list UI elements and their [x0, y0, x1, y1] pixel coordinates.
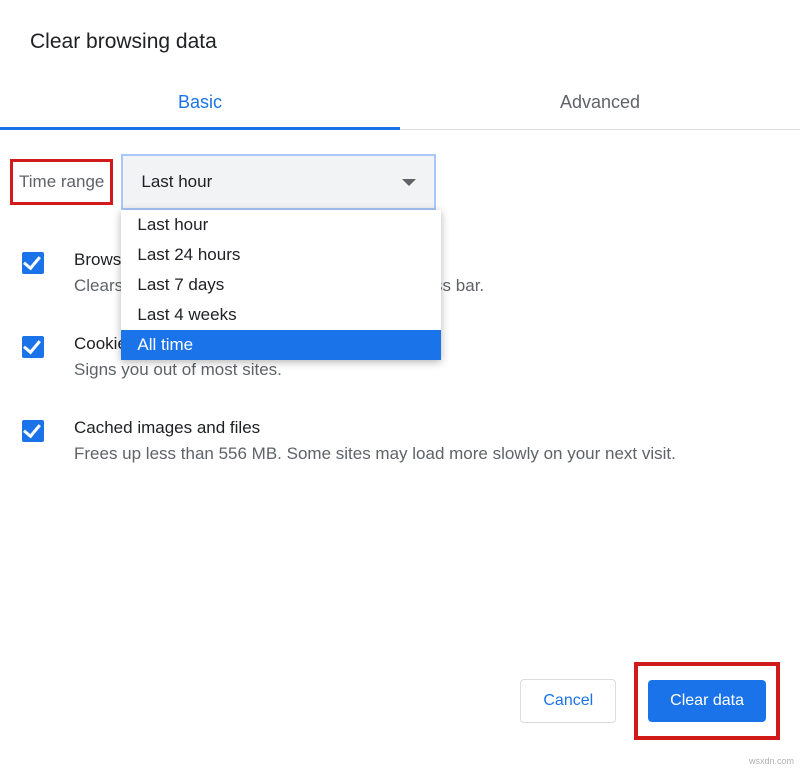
clear-data-button[interactable]: Clear data — [648, 680, 766, 722]
tabs: Basic Advanced — [0, 78, 800, 130]
cancel-button[interactable]: Cancel — [520, 679, 616, 723]
dialog-title: Clear browsing data — [0, 0, 800, 54]
option-desc-prefix: Clears — [74, 276, 128, 295]
tab-basic[interactable]: Basic — [0, 78, 400, 130]
dialog-buttons: Cancel Clear data — [520, 662, 780, 740]
time-range-row: Time range Last hour Last hour Last 24 h… — [0, 130, 800, 210]
checkbox-cookies[interactable] — [22, 336, 44, 358]
annotation-box: Clear data — [634, 662, 780, 740]
option-cached: Cached images and files Frees up less th… — [22, 418, 770, 466]
tab-advanced[interactable]: Advanced — [400, 78, 800, 129]
time-range-label: Time range — [10, 159, 113, 205]
dropdown-item-last-24-hours[interactable]: Last 24 hours — [121, 240, 441, 270]
time-range-select[interactable]: Last hour Last hour Last 24 hours Last 7… — [121, 154, 436, 210]
dropdown-item-last-hour[interactable]: Last hour — [121, 210, 441, 240]
time-range-select-field[interactable]: Last hour — [121, 154, 436, 210]
option-desc: Signs you out of most sites. — [74, 358, 282, 382]
option-desc: Frees up less than 556 MB. Some sites ma… — [74, 442, 676, 466]
checkbox-cached[interactable] — [22, 420, 44, 442]
checkbox-browsing-history[interactable] — [22, 252, 44, 274]
dropdown-item-all-time[interactable]: All time — [121, 330, 441, 360]
clear-browsing-data-dialog: Clear browsing data Basic Advanced Time … — [0, 0, 800, 770]
watermark: wsxdn.com — [749, 756, 794, 766]
dropdown-item-last-7-days[interactable]: Last 7 days — [121, 270, 441, 300]
time-range-selected-value: Last hour — [141, 172, 212, 192]
chevron-down-icon — [402, 179, 416, 186]
option-title: Cached images and files — [74, 418, 676, 438]
dropdown-item-last-4-weeks[interactable]: Last 4 weeks — [121, 300, 441, 330]
option-text: Cached images and files Frees up less th… — [74, 418, 676, 466]
time-range-dropdown: Last hour Last 24 hours Last 7 days Last… — [121, 210, 441, 360]
